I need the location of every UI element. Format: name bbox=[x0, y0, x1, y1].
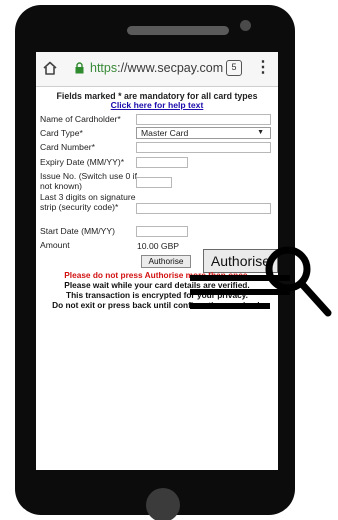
tabs-count-icon[interactable]: 5 bbox=[226, 60, 242, 76]
cardholder-name-input[interactable] bbox=[136, 114, 271, 125]
label-card-type: Card Type* bbox=[40, 128, 83, 138]
payment-form: Fields marked * are mandatory for all ca… bbox=[36, 90, 278, 110]
card-type-value: Master Card bbox=[141, 128, 189, 138]
amount-value: 10.00 GBP bbox=[137, 241, 180, 251]
url-domain: ://www.secpay.com bbox=[117, 61, 224, 75]
lock-icon bbox=[75, 62, 84, 74]
label-security-code: Last 3 digits on signature strip (securi… bbox=[40, 192, 136, 212]
label-start-date: Start Date (MM/YY) bbox=[40, 226, 115, 236]
label-card-number: Card Number* bbox=[40, 142, 95, 152]
label-amount: Amount bbox=[40, 240, 70, 250]
label-cardholder-name: Name of Cardholder* bbox=[40, 114, 121, 124]
home-button[interactable] bbox=[146, 488, 180, 520]
label-issue-number: Issue No. (Switch use 0 if not known) bbox=[40, 171, 137, 191]
authorise-button[interactable]: Authorise bbox=[141, 255, 191, 268]
url-protocol: https bbox=[90, 61, 118, 75]
card-type-select[interactable]: Master Card ▼ bbox=[136, 127, 271, 139]
start-date-input[interactable] bbox=[136, 226, 188, 237]
magnifier-icon bbox=[190, 246, 332, 317]
overflow-menu-icon[interactable]: ⋮ bbox=[255, 60, 271, 78]
issue-number-input[interactable] bbox=[136, 177, 172, 188]
speaker-grille bbox=[127, 26, 229, 35]
label-expiry-date: Expiry Date (MM/YY)* bbox=[40, 157, 125, 167]
home-icon[interactable] bbox=[42, 60, 58, 76]
security-code-input[interactable] bbox=[136, 203, 271, 214]
url-text[interactable]: https://www.secpay.com bbox=[90, 61, 240, 75]
expiry-date-input[interactable] bbox=[136, 157, 188, 168]
help-link[interactable]: Click here for help text bbox=[36, 101, 278, 110]
browser-url-bar: https://www.secpay.com 5 ⋮ bbox=[36, 52, 278, 87]
front-camera bbox=[240, 20, 251, 31]
card-number-input[interactable] bbox=[136, 142, 271, 153]
dropdown-caret-icon: ▼ bbox=[257, 129, 264, 136]
